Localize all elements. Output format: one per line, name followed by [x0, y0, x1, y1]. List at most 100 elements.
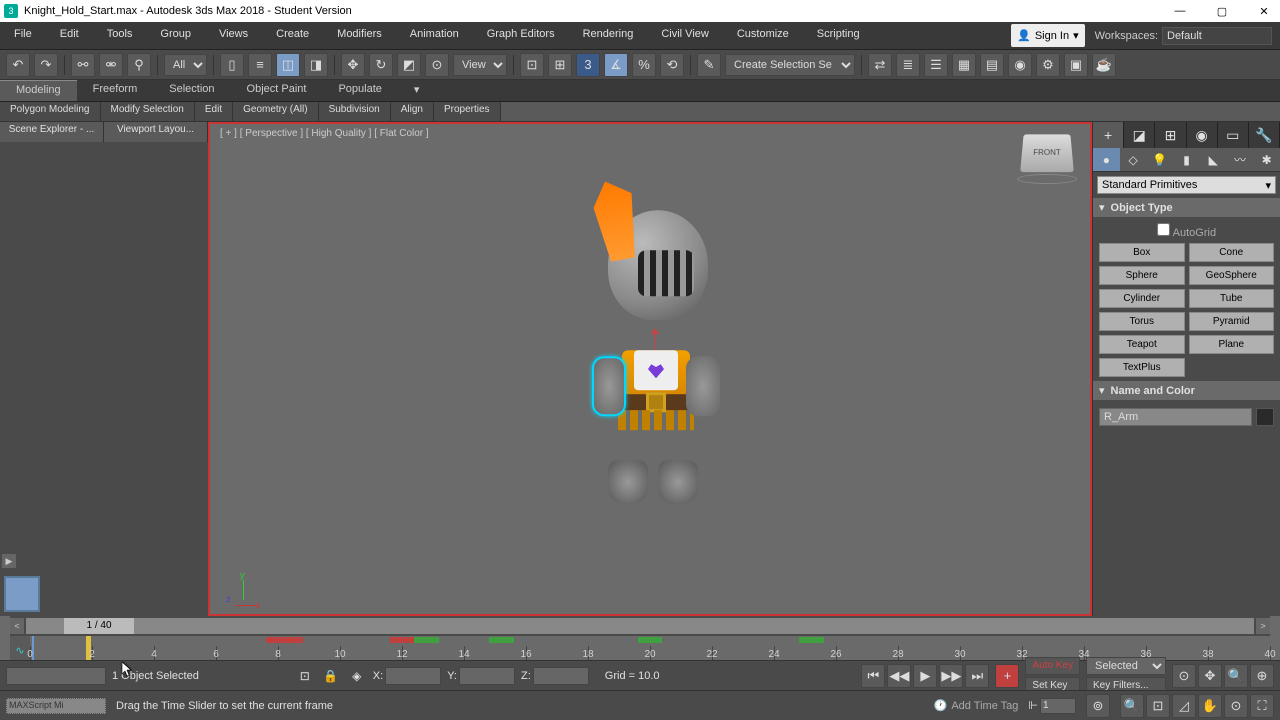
frame-spinner[interactable] [1040, 698, 1076, 714]
category-dropdown[interactable]: Standard Primitives▾ [1097, 176, 1276, 194]
character-model[interactable] [550, 160, 750, 520]
zoom-all-button[interactable]: ⊡ [1146, 694, 1170, 718]
prim-cylinder[interactable]: Cylinder [1099, 289, 1185, 308]
key-target-select[interactable]: Selected [1086, 657, 1166, 675]
object-name-input[interactable] [1099, 408, 1252, 426]
menu-rendering[interactable]: Rendering [569, 22, 648, 49]
hierarchy-tab[interactable]: ⊞ [1155, 122, 1186, 148]
nav-orbit-button[interactable]: ⊕ [1250, 664, 1274, 688]
ribbon-populate[interactable]: Populate [322, 80, 397, 101]
systems-icon[interactable]: ✱ [1253, 148, 1280, 171]
color-swatch[interactable] [1256, 408, 1274, 426]
maximize-button[interactable]: ▢ [1210, 5, 1234, 18]
left-boot-mesh[interactable] [608, 460, 648, 504]
keyframe[interactable] [266, 637, 303, 643]
nav-zoom-button[interactable]: 🔍 [1224, 664, 1248, 688]
left-arm-selected[interactable] [592, 356, 626, 416]
menu-animation[interactable]: Animation [396, 22, 473, 49]
ribbon-modeling[interactable]: Modeling [0, 80, 77, 101]
undo-button[interactable]: ↶ [6, 53, 30, 77]
maxscript-listener[interactable]: MAXScript Mi [6, 698, 106, 714]
viewport-label[interactable]: [ + ] [ Perspective ] [ High Quality ] [… [220, 128, 429, 139]
time-slider[interactable]: < 1 / 40 > [10, 616, 1270, 636]
isolate-icon[interactable]: ◈ [347, 666, 367, 686]
selection-set[interactable]: Create Selection Se [725, 54, 855, 76]
sr-align[interactable]: Align [391, 102, 434, 121]
keyframe[interactable] [489, 637, 514, 643]
redo-button[interactable]: ↷ [34, 53, 58, 77]
unlink-button[interactable]: ⚮ [99, 53, 123, 77]
prim-torus[interactable]: Torus [1099, 312, 1185, 331]
filter-select[interactable]: All [164, 54, 207, 76]
pivot-button[interactable]: ⊡ [520, 53, 544, 77]
menu-create[interactable]: Create [262, 22, 323, 49]
modify-tab[interactable]: ◪ [1124, 122, 1155, 148]
edit-set-button[interactable]: ✎ [697, 53, 721, 77]
coord-y-input[interactable] [459, 667, 515, 685]
layers-button[interactable]: ☰ [924, 53, 948, 77]
prim-box[interactable]: Box [1099, 243, 1185, 262]
placement-button[interactable]: ⊙ [425, 53, 449, 77]
prev-key-button[interactable]: ◀◀ [887, 664, 911, 688]
goto-start-button[interactable]: ⏮ [861, 664, 885, 688]
keyframe[interactable] [799, 637, 824, 643]
ribbon-freeform[interactable]: Freeform [77, 80, 154, 101]
next-key-button[interactable]: ▶▶ [939, 664, 963, 688]
sr-subdiv[interactable]: Subdivision [319, 102, 391, 121]
ribbon-objectpaint[interactable]: Object Paint [231, 80, 323, 101]
time-config-button[interactable]: ⊙ [1172, 664, 1196, 688]
goto-end-button[interactable]: ⏭ [965, 664, 989, 688]
fov-button[interactable]: ◿ [1172, 694, 1196, 718]
prim-textplus[interactable]: TextPlus [1099, 358, 1185, 377]
set-key-large-button[interactable]: + [995, 664, 1019, 688]
menu-edit[interactable]: Edit [46, 22, 93, 49]
scene-explorer-tab[interactable]: Scene Explorer - ... [0, 122, 104, 142]
window-cross-button[interactable]: ◨ [304, 53, 328, 77]
keyframe[interactable] [414, 637, 439, 643]
menu-scripting[interactable]: Scripting [803, 22, 874, 49]
schematic-button[interactable]: ▤ [980, 53, 1004, 77]
next-frame-button[interactable]: > [1256, 618, 1270, 634]
spin-snap-button[interactable]: ⟲ [660, 53, 684, 77]
signin-button[interactable]: 👤 Sign In ▾ [1011, 24, 1084, 47]
rect-region-button[interactable]: ◫ [276, 53, 300, 77]
geometry-icon[interactable]: ● [1093, 148, 1120, 171]
ribbon-expand[interactable]: ▾ [398, 80, 436, 101]
pan-button[interactable]: ✋ [1198, 694, 1222, 718]
spacewarps-icon[interactable]: 〰 [1227, 148, 1254, 171]
display-tab[interactable]: ▭ [1218, 122, 1249, 148]
viewport-layout-tab[interactable]: Viewport Layou... [104, 122, 208, 142]
menu-views[interactable]: Views [205, 22, 262, 49]
torso-mesh[interactable] [622, 350, 690, 410]
rotate-button[interactable]: ↻ [369, 53, 393, 77]
time-config-icon[interactable]: ⊚ [1086, 694, 1110, 718]
helmet-mesh[interactable] [608, 210, 708, 320]
status-input[interactable] [6, 667, 106, 685]
lock-icon[interactable]: 🔒 [321, 666, 341, 686]
workspace-select[interactable] [1162, 27, 1272, 45]
viewcube-ring[interactable] [1017, 174, 1077, 184]
nav-pan-button[interactable]: ✥ [1198, 664, 1222, 688]
mirror-button[interactable]: ⇄ [868, 53, 892, 77]
timeline-ruler[interactable]: 0246810121416182022242628303234363840 [30, 636, 1270, 660]
time-thumb[interactable]: 1 / 40 [64, 618, 134, 634]
timeline[interactable]: ∿ 0246810121416182022242628303234363840 [10, 636, 1270, 660]
object-type-rollout[interactable]: ▾Object Type [1093, 198, 1280, 217]
viewport[interactable]: [ + ] [ Perspective ] [ High Quality ] [… [208, 122, 1092, 616]
manip-button[interactable]: ⊞ [548, 53, 572, 77]
prev-frame-button[interactable]: < [10, 618, 24, 634]
maximize-viewport-button[interactable]: ⛶ [1250, 694, 1274, 718]
keyframe[interactable] [638, 637, 663, 643]
menu-modifiers[interactable]: Modifiers [323, 22, 396, 49]
time-track[interactable]: 1 / 40 [26, 618, 1254, 634]
menu-civilview[interactable]: Civil View [647, 22, 722, 49]
coord-x-input[interactable] [385, 667, 441, 685]
create-tab[interactable]: + [1093, 122, 1124, 148]
prim-geosphere[interactable]: GeoSphere [1189, 266, 1275, 285]
sr-edit[interactable]: Edit [195, 102, 233, 121]
angle-snap-button[interactable]: ∡ [604, 53, 628, 77]
ribbon-selection[interactable]: Selection [153, 80, 230, 101]
time-tag-button[interactable]: 🕐 Add Time Tag [934, 699, 1019, 712]
render-setup-button[interactable]: ⚙ [1036, 53, 1060, 77]
menu-file[interactable]: File [0, 22, 46, 49]
